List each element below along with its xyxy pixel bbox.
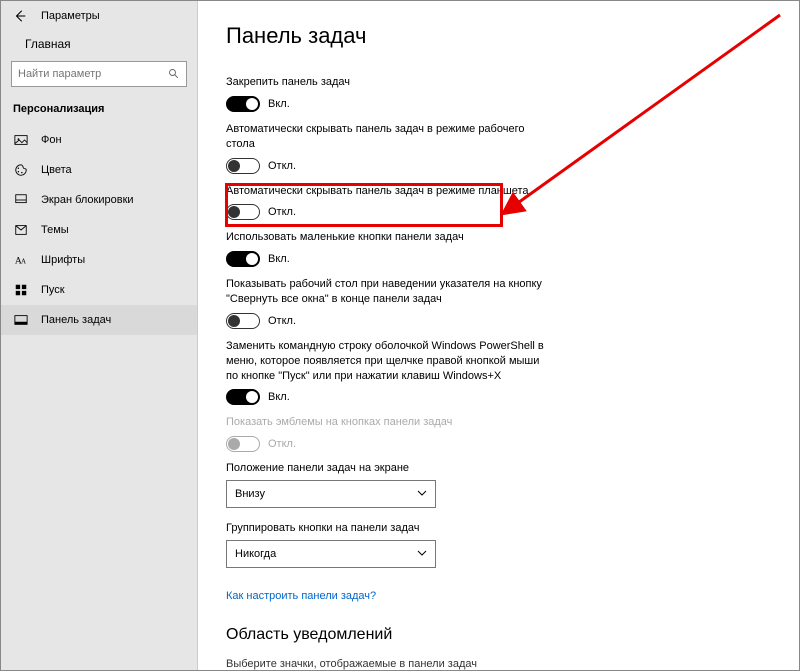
sidebar-section-label: Персонализация xyxy=(1,97,197,125)
palette-icon xyxy=(13,163,29,177)
select-group-buttons: Группировать кнопки на панели задач Нико… xyxy=(226,522,771,568)
sidebar-nav: Фон Цвета Экран блокировки Темы AA Шрифт… xyxy=(1,125,197,335)
svg-text:A: A xyxy=(21,258,26,266)
sidebar-item-label: Панель задач xyxy=(41,314,111,326)
sidebar-item-label: Шрифты xyxy=(41,254,85,266)
lockscreen-icon xyxy=(13,193,29,207)
toggle-switch[interactable] xyxy=(226,313,260,329)
sidebar-item-label: Темы xyxy=(41,224,69,236)
themes-icon xyxy=(13,223,29,237)
sidebar-item-start[interactable]: Пуск xyxy=(1,275,197,305)
chevron-down-icon xyxy=(417,488,427,501)
picture-icon xyxy=(13,133,29,147)
select-dropdown[interactable]: Никогда xyxy=(226,540,436,568)
taskbar-icon xyxy=(13,313,29,327)
sidebar-item-colors[interactable]: Цвета xyxy=(1,155,197,185)
select-value: Внизу xyxy=(235,488,265,500)
option-show-desktop-peek: Показывать рабочий стол при наведении ук… xyxy=(226,277,546,329)
back-icon[interactable] xyxy=(13,9,27,23)
fonts-icon: AA xyxy=(13,253,29,267)
toggle-switch[interactable] xyxy=(226,389,260,405)
help-link[interactable]: Как настроить панели задач? xyxy=(226,590,376,602)
search-field[interactable] xyxy=(18,68,168,80)
option-small-buttons: Использовать маленькие кнопки панели зад… xyxy=(226,230,546,267)
toggle-state: Откл. xyxy=(268,160,296,172)
toggle-state: Вкл. xyxy=(268,391,290,403)
select-taskbar-location: Положение панели задач на экране Внизу xyxy=(226,462,771,508)
sidebar-item-label: Экран блокировки xyxy=(41,194,134,206)
sidebar-item-label: Цвета xyxy=(41,164,72,176)
toggle-switch[interactable] xyxy=(226,204,260,220)
section-heading: Область уведомлений xyxy=(226,626,771,644)
option-powershell: Заменить командную строку оболочкой Wind… xyxy=(226,339,546,406)
sidebar-item-themes[interactable]: Темы xyxy=(1,215,197,245)
option-autohide-tablet: Автоматически скрывать панель задач в ре… xyxy=(226,184,546,221)
page-title: Панель задач xyxy=(226,23,771,49)
option-lock-taskbar: Закрепить панель задач Вкл. xyxy=(226,75,546,112)
search-icon xyxy=(168,68,180,80)
option-badges: Показать эмблемы на кнопках панели задач… xyxy=(226,415,546,452)
sidebar-home[interactable]: Главная xyxy=(1,31,197,57)
option-label: Заменить командную строку оболочкой Wind… xyxy=(226,339,546,384)
sidebar-item-fonts[interactable]: AA Шрифты xyxy=(1,245,197,275)
select-label: Группировать кнопки на панели задач xyxy=(226,522,771,534)
sidebar: Параметры Главная Персонализация Фон xyxy=(1,1,198,670)
select-value: Никогда xyxy=(235,548,276,560)
option-label: Автоматически скрывать панель задач в ре… xyxy=(226,122,546,152)
option-label: Показывать рабочий стол при наведении ук… xyxy=(226,277,546,307)
option-label: Показать эмблемы на кнопках панели задач xyxy=(226,415,546,430)
option-label: Автоматически скрывать панель задач в ре… xyxy=(226,184,546,199)
main-panel: Панель задач Закрепить панель задач Вкл.… xyxy=(198,1,799,670)
toggle-state: Откл. xyxy=(268,315,296,327)
search-input[interactable] xyxy=(11,61,187,87)
home-label: Главная xyxy=(25,37,71,51)
start-icon xyxy=(13,283,29,297)
toggle-state: Откл. xyxy=(268,206,296,218)
select-label: Положение панели задач на экране xyxy=(226,462,771,474)
sidebar-item-label: Пуск xyxy=(41,284,65,296)
select-dropdown[interactable]: Внизу xyxy=(226,480,436,508)
toggle-state: Откл. xyxy=(268,438,296,450)
window-title: Параметры xyxy=(41,10,100,22)
sidebar-item-background[interactable]: Фон xyxy=(1,125,197,155)
option-label: Закрепить панель задач xyxy=(226,75,546,90)
toggle-switch[interactable] xyxy=(226,251,260,267)
toggle-switch xyxy=(226,436,260,452)
link-select-icons[interactable]: Выберите значки, отображаемые в панели з… xyxy=(226,658,771,670)
toggle-switch[interactable] xyxy=(226,96,260,112)
toggle-state: Вкл. xyxy=(268,98,290,110)
sidebar-item-taskbar[interactable]: Панель задач xyxy=(1,305,197,335)
sidebar-item-label: Фон xyxy=(41,134,62,146)
option-label: Использовать маленькие кнопки панели зад… xyxy=(226,230,546,245)
toggle-state: Вкл. xyxy=(268,253,290,265)
sidebar-item-lockscreen[interactable]: Экран блокировки xyxy=(1,185,197,215)
option-autohide-desktop: Автоматически скрывать панель задач в ре… xyxy=(226,122,546,174)
toggle-switch[interactable] xyxy=(226,158,260,174)
chevron-down-icon xyxy=(417,548,427,561)
